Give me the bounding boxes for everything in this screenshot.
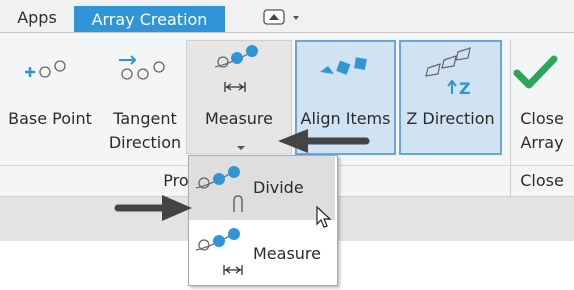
divide-icon (194, 164, 254, 224)
align-items-label[interactable]: Align Items (295, 108, 396, 130)
base-point-button[interactable]: Base Point (0, 108, 100, 130)
close-array-label-2[interactable]: Array (514, 132, 570, 154)
chevron-down-icon[interactable] (236, 136, 246, 155)
quick-access-icon (263, 9, 299, 25)
base-point-icon (20, 54, 80, 88)
checkmark-icon (513, 55, 558, 93)
tangent-direction-label-1[interactable]: Tangent (100, 108, 190, 130)
arrow-pointer-icon (276, 128, 370, 162)
menu-item-measure-label[interactable]: Measure (253, 244, 321, 263)
tab-array-creation[interactable]: Array Creation (74, 6, 225, 32)
tangent-direction-icon (115, 52, 175, 88)
close-array-label-1[interactable]: Close (514, 108, 570, 130)
measure-button-label[interactable]: Measure (186, 108, 292, 130)
group-label-separator (510, 166, 511, 196)
svg-text:Z: Z (459, 79, 471, 98)
group-label-close: Close (520, 171, 564, 190)
z-direction-label[interactable]: Z Direction (399, 108, 502, 130)
menu-item-divide-label[interactable]: Divide (253, 178, 304, 197)
mouse-cursor-icon (316, 205, 332, 234)
tangent-direction-label-2[interactable]: Direction (100, 132, 190, 154)
measure-icon (213, 45, 273, 99)
arrow-pointer-icon (114, 192, 194, 228)
menu-measure-icon (194, 226, 254, 284)
tab-apps[interactable]: Apps (9, 5, 65, 30)
align-items-icon (318, 54, 378, 88)
quick-access-dropdown[interactable] (263, 9, 307, 27)
z-direction-icon: Z (420, 46, 480, 98)
